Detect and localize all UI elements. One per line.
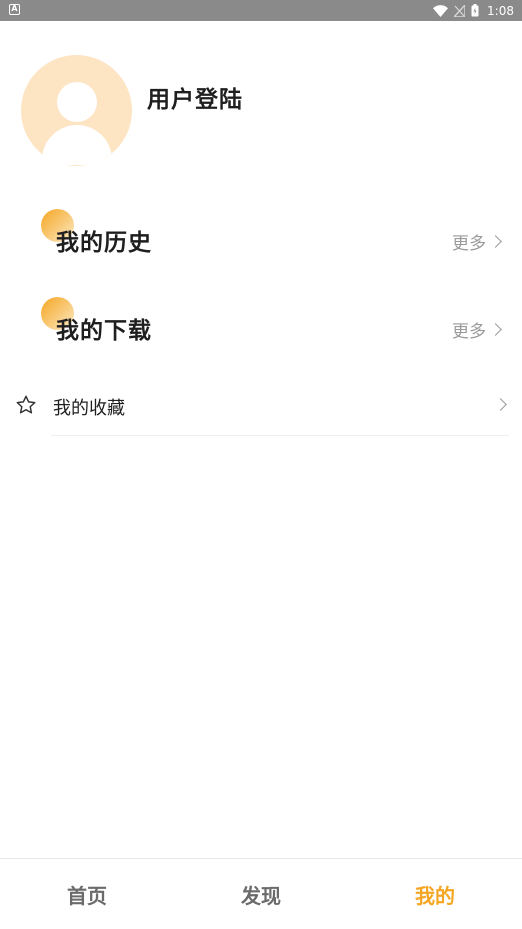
no-signal-icon (454, 4, 466, 17)
downloads-more-button[interactable]: 更多 (452, 317, 502, 342)
wifi-icon (433, 4, 449, 17)
downloads-section: 我的下载 更多 (0, 297, 522, 347)
downloads-more-label: 更多 (452, 322, 486, 342)
status-time: 1:08 (487, 3, 514, 18)
star-outline-icon (16, 395, 36, 414)
bottom-nav: 首页 发现 我的 (0, 858, 522, 929)
history-section: 我的历史 更多 (0, 209, 522, 259)
favorites-label: 我的收藏 (53, 398, 125, 419)
status-bar: A 1:08 (0, 0, 522, 21)
favorites-row[interactable]: 我的收藏 (0, 382, 522, 436)
chevron-right-icon (489, 323, 502, 336)
battery-icon (471, 4, 479, 17)
avatar[interactable] (21, 55, 132, 166)
default-avatar-icon-head (57, 82, 97, 122)
user-login-link[interactable]: 用户登陆 (147, 80, 243, 114)
chevron-right-icon (489, 235, 502, 248)
nav-home-tab[interactable]: 首页 (0, 880, 174, 909)
downloads-title: 我的下载 (56, 318, 152, 344)
status-bar-right: 1:08 (433, 0, 514, 21)
app-notification-icon: A (9, 4, 20, 15)
history-title: 我的历史 (56, 230, 152, 256)
nav-mine-tab[interactable]: 我的 (348, 880, 522, 909)
default-avatar-icon-body (42, 125, 112, 165)
nav-discover-tab[interactable]: 发现 (174, 880, 348, 909)
chevron-right-icon (494, 398, 507, 411)
history-more-label: 更多 (452, 234, 486, 254)
divider (51, 435, 509, 436)
history-more-button[interactable]: 更多 (452, 229, 502, 254)
favorites-chevron (494, 398, 507, 411)
